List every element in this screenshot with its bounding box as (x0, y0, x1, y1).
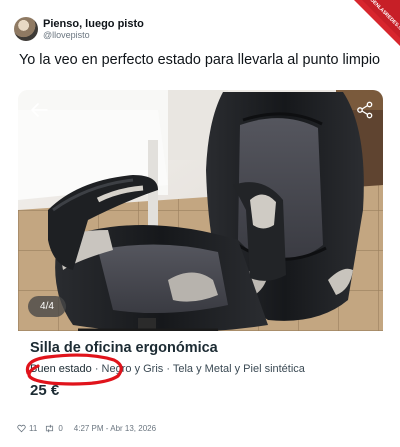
user-handle[interactable]: @llovepisto (43, 30, 144, 40)
author-names: Pienso, luego pisto @llovepisto (43, 18, 144, 41)
like-count: 11 (29, 423, 38, 433)
like-stat[interactable]: 11 (17, 424, 37, 433)
retweet-count: 0 (58, 423, 63, 433)
display-name[interactable]: Pienso, luego pisto (43, 18, 144, 31)
avatar[interactable] (14, 17, 38, 41)
heart-icon (17, 424, 26, 432)
back-arrow-icon[interactable] (28, 99, 50, 121)
tweet-timestamp[interactable]: 4:27 PM - Abr 13, 2026 (74, 424, 156, 433)
listing-attributes: Buen estado · Negro y Gris · Tela y Meta… (30, 363, 305, 375)
listing-card[interactable]: 4/4 Silla de oficina ergonómica Buen est… (18, 90, 383, 406)
site-watermark: VISTOENLASREDES.COM (354, 0, 400, 46)
tweet-header: Pienso, luego pisto @llovepisto (14, 12, 314, 46)
listing-price: 25 € (30, 382, 60, 399)
listing-title[interactable]: Silla de oficina ergonómica (30, 340, 218, 356)
image-counter-badge: 4/4 (28, 296, 66, 317)
retweet-stat[interactable]: 0 (44, 423, 63, 433)
tweet-card: Pienso, luego pisto @llovepisto VISTOENL… (0, 0, 400, 447)
attributes-label: · Negro y Gris · Tela y Metal y Piel sin… (91, 363, 305, 375)
tweet-text: Yo la veo en perfecto estado para llevar… (19, 52, 381, 68)
condition-label: Buen estado (30, 363, 92, 375)
listing-photo[interactable] (18, 90, 383, 331)
tweet-footer: 11 0 4:27 PM - Abr 13, 2026 (17, 421, 156, 435)
share-icon[interactable] (355, 100, 375, 120)
retweet-icon (46, 424, 54, 432)
